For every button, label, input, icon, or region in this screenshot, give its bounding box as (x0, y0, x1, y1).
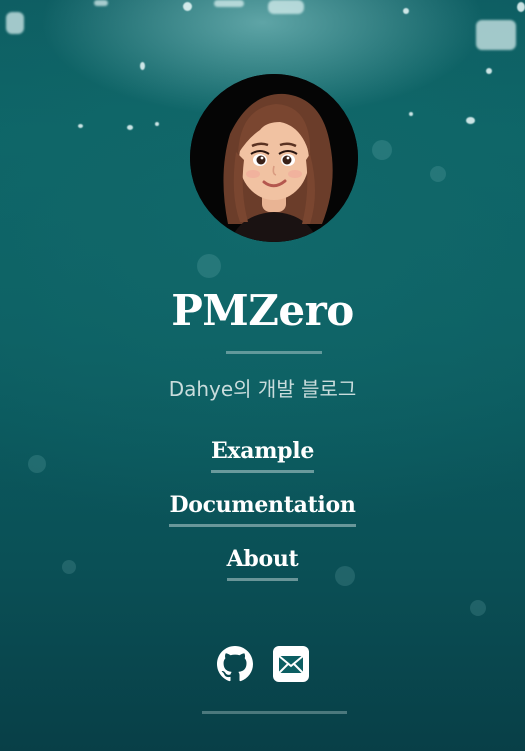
email-icon (272, 646, 309, 682)
github-link[interactable] (216, 646, 253, 682)
main-nav: Example Documentation About (0, 436, 525, 598)
footer-divider (202, 711, 347, 714)
nav-link-example[interactable]: Example (210, 436, 314, 473)
site-tagline: Dahye의 개발 블로그 (168, 377, 357, 401)
title-divider (226, 351, 322, 354)
nav-link-about[interactable]: About (226, 544, 299, 581)
avatar-illustration (190, 74, 358, 242)
github-icon (216, 646, 253, 682)
site-title[interactable]: PMZero (0, 283, 525, 339)
social-links (0, 646, 525, 682)
avatar (190, 74, 358, 242)
nav-link-documentation[interactable]: Documentation (169, 490, 356, 527)
email-link[interactable] (272, 646, 309, 682)
